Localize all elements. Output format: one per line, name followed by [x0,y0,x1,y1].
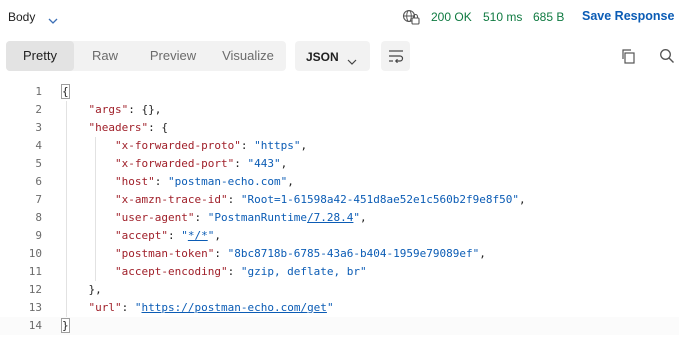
code-text: }, [62,281,102,299]
json-value: "postman-echo.com" [167,175,288,188]
view-mode-tabs: Pretty Raw Preview Visualize [6,41,286,71]
json-punct: { [161,121,168,134]
code-text: "x-forwarded-proto": "https", [114,139,308,152]
json-punct: }, [88,283,102,296]
json-key: "host" [114,175,155,188]
json-value: "8bc8718b-6785-43a6-b404-1959e79089ef" [227,247,480,260]
line-number: 13 [28,301,42,314]
json-value-link[interactable]: */* [188,229,208,242]
code-line: 11 "accept-encoding": "gzip, deflate, br… [0,263,679,281]
json-key: "accept-encoding" [114,265,228,278]
code-line: 8 "user-agent": "PostmanRuntime/7.28.4", [0,209,679,227]
json-key: "user-agent" [114,211,195,224]
json-value: " [207,229,215,242]
chevron-down-icon [347,53,357,71]
line-number: 6 [35,175,42,188]
line-number: 9 [35,229,42,242]
json-key: "args" [88,103,129,116]
body-tab[interactable]: Body [8,10,35,24]
code-text: { [61,83,70,101]
code-text: } [61,317,70,335]
line-number: 8 [35,211,42,224]
code-text: "host": "postman-echo.com", [114,175,294,188]
response-size[interactable]: 685 B [533,10,564,24]
code-text: "postman-token": "8bc8718b-6785-43a6-b40… [114,247,486,260]
json-key: "x-amzn-trace-id" [114,193,228,206]
url-link[interactable]: https://postman-echo.com/get [142,301,327,314]
code-text: "headers": { [88,121,168,134]
chevron-down-icon[interactable] [48,12,58,30]
code-line: 12 }, [0,281,679,299]
code-line: 13 "url": "https://postman-echo.com/get" [0,299,679,317]
tab-pretty[interactable]: Pretty [6,41,74,71]
format-select-value: JSON [306,50,339,64]
json-value: "https" [254,139,301,152]
line-number: 2 [35,103,42,116]
code-text: "args": {}, [88,103,162,116]
code-text: "x-amzn-trace-id": "Root=1-61598a42-451d… [114,193,526,206]
json-value: "gzip, deflate, br" [240,265,367,278]
code-text: "user-agent": "PostmanRuntime/7.28.4", [114,211,367,224]
response-header: Body 200 OK 510 ms 685 B Save Response [0,0,679,34]
code-line: 2 "args": {}, [0,101,679,119]
network-globe-icon[interactable] [402,9,420,30]
save-response-button[interactable]: Save Response [582,9,674,23]
code-line: 6 "host": "postman-echo.com", [0,173,679,191]
tab-visualize[interactable]: Visualize [210,41,286,71]
open-brace: { [61,84,70,99]
line-number: 10 [28,247,42,260]
line-number: 3 [35,121,42,134]
code-line: 3 "headers": { [0,119,679,137]
response-time[interactable]: 510 ms [483,10,522,24]
line-number: 11 [28,265,42,278]
code-text: "url": "https://postman-echo.com/get" [88,301,334,314]
line-number: 7 [35,193,42,206]
json-key: "x-forwarded-proto" [114,139,241,152]
search-icon[interactable] [659,48,675,69]
code-line: 5 "x-forwarded-port": "443", [0,155,679,173]
json-value: " [181,229,188,242]
tab-raw[interactable]: Raw [74,41,136,71]
line-number: 12 [28,283,42,296]
code-line: 7 "x-amzn-trace-id": "Root=1-61598a42-45… [0,191,679,209]
code-line: 9 "accept": "*/*", [0,227,679,245]
json-value-link[interactable]: /7.28.4 [307,211,353,224]
json-key: "x-forwarded-port" [114,157,235,170]
json-key: "accept" [114,229,168,242]
code-text: "accept": "*/*", [114,229,221,242]
status-code[interactable]: 200 OK [431,10,472,24]
json-key: "postman-token" [114,247,215,260]
json-key: "url" [88,301,122,314]
code-line: 4 "x-forwarded-proto": "https", [0,137,679,155]
code-text: "x-forwarded-port": "443", [114,157,288,170]
code-text: "accept-encoding": "gzip, deflate, br" [114,265,367,278]
line-number: 5 [35,157,42,170]
format-select[interactable]: JSON [295,41,370,71]
json-value: " [134,301,142,314]
wrap-lines-button[interactable] [381,41,410,71]
response-body-editor[interactable]: 1 { 2 "args": {}, 3 "headers": { 4 "x-fo… [0,83,679,347]
line-number: 1 [35,85,42,98]
json-value: "PostmanRuntime [207,211,308,224]
json-key: "headers" [88,121,149,134]
text-wrap-icon [389,50,404,63]
code-line: 10 "postman-token": "8bc8718b-6785-43a6-… [0,245,679,263]
json-value: " [326,301,334,314]
copy-icon[interactable] [620,48,636,69]
close-brace: } [61,318,70,333]
code-line: 1 { [0,83,679,101]
line-number: 4 [35,139,42,152]
tab-preview[interactable]: Preview [136,41,210,71]
json-value: " [353,211,361,224]
json-value: {}, [141,103,162,116]
json-value: "Root=1-61598a42-451d8ae52e1c560b2f9e8f5… [240,193,519,206]
code-line: 14 } [0,317,679,335]
line-number: 14 [28,319,42,332]
json-value: "443" [247,157,281,170]
